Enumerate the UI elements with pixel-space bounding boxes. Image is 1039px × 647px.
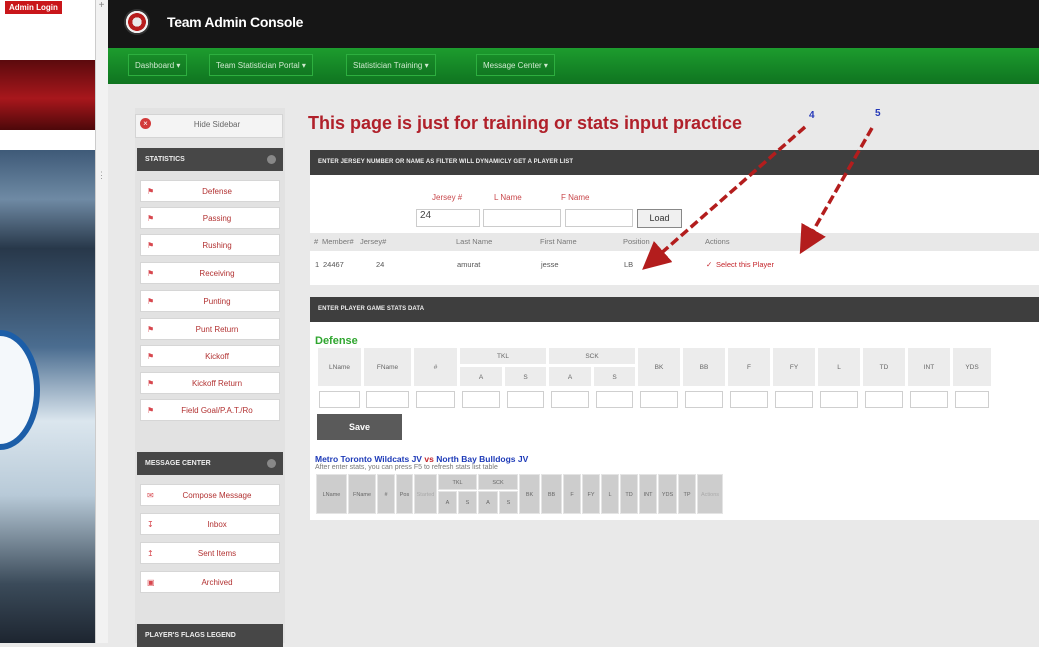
annotation-label-4: 4 xyxy=(809,110,815,121)
arrow-4 xyxy=(642,125,807,270)
annotation-arrows xyxy=(642,125,874,270)
annotation-label-5: 5 xyxy=(875,108,881,119)
arrow-5 xyxy=(799,127,874,255)
